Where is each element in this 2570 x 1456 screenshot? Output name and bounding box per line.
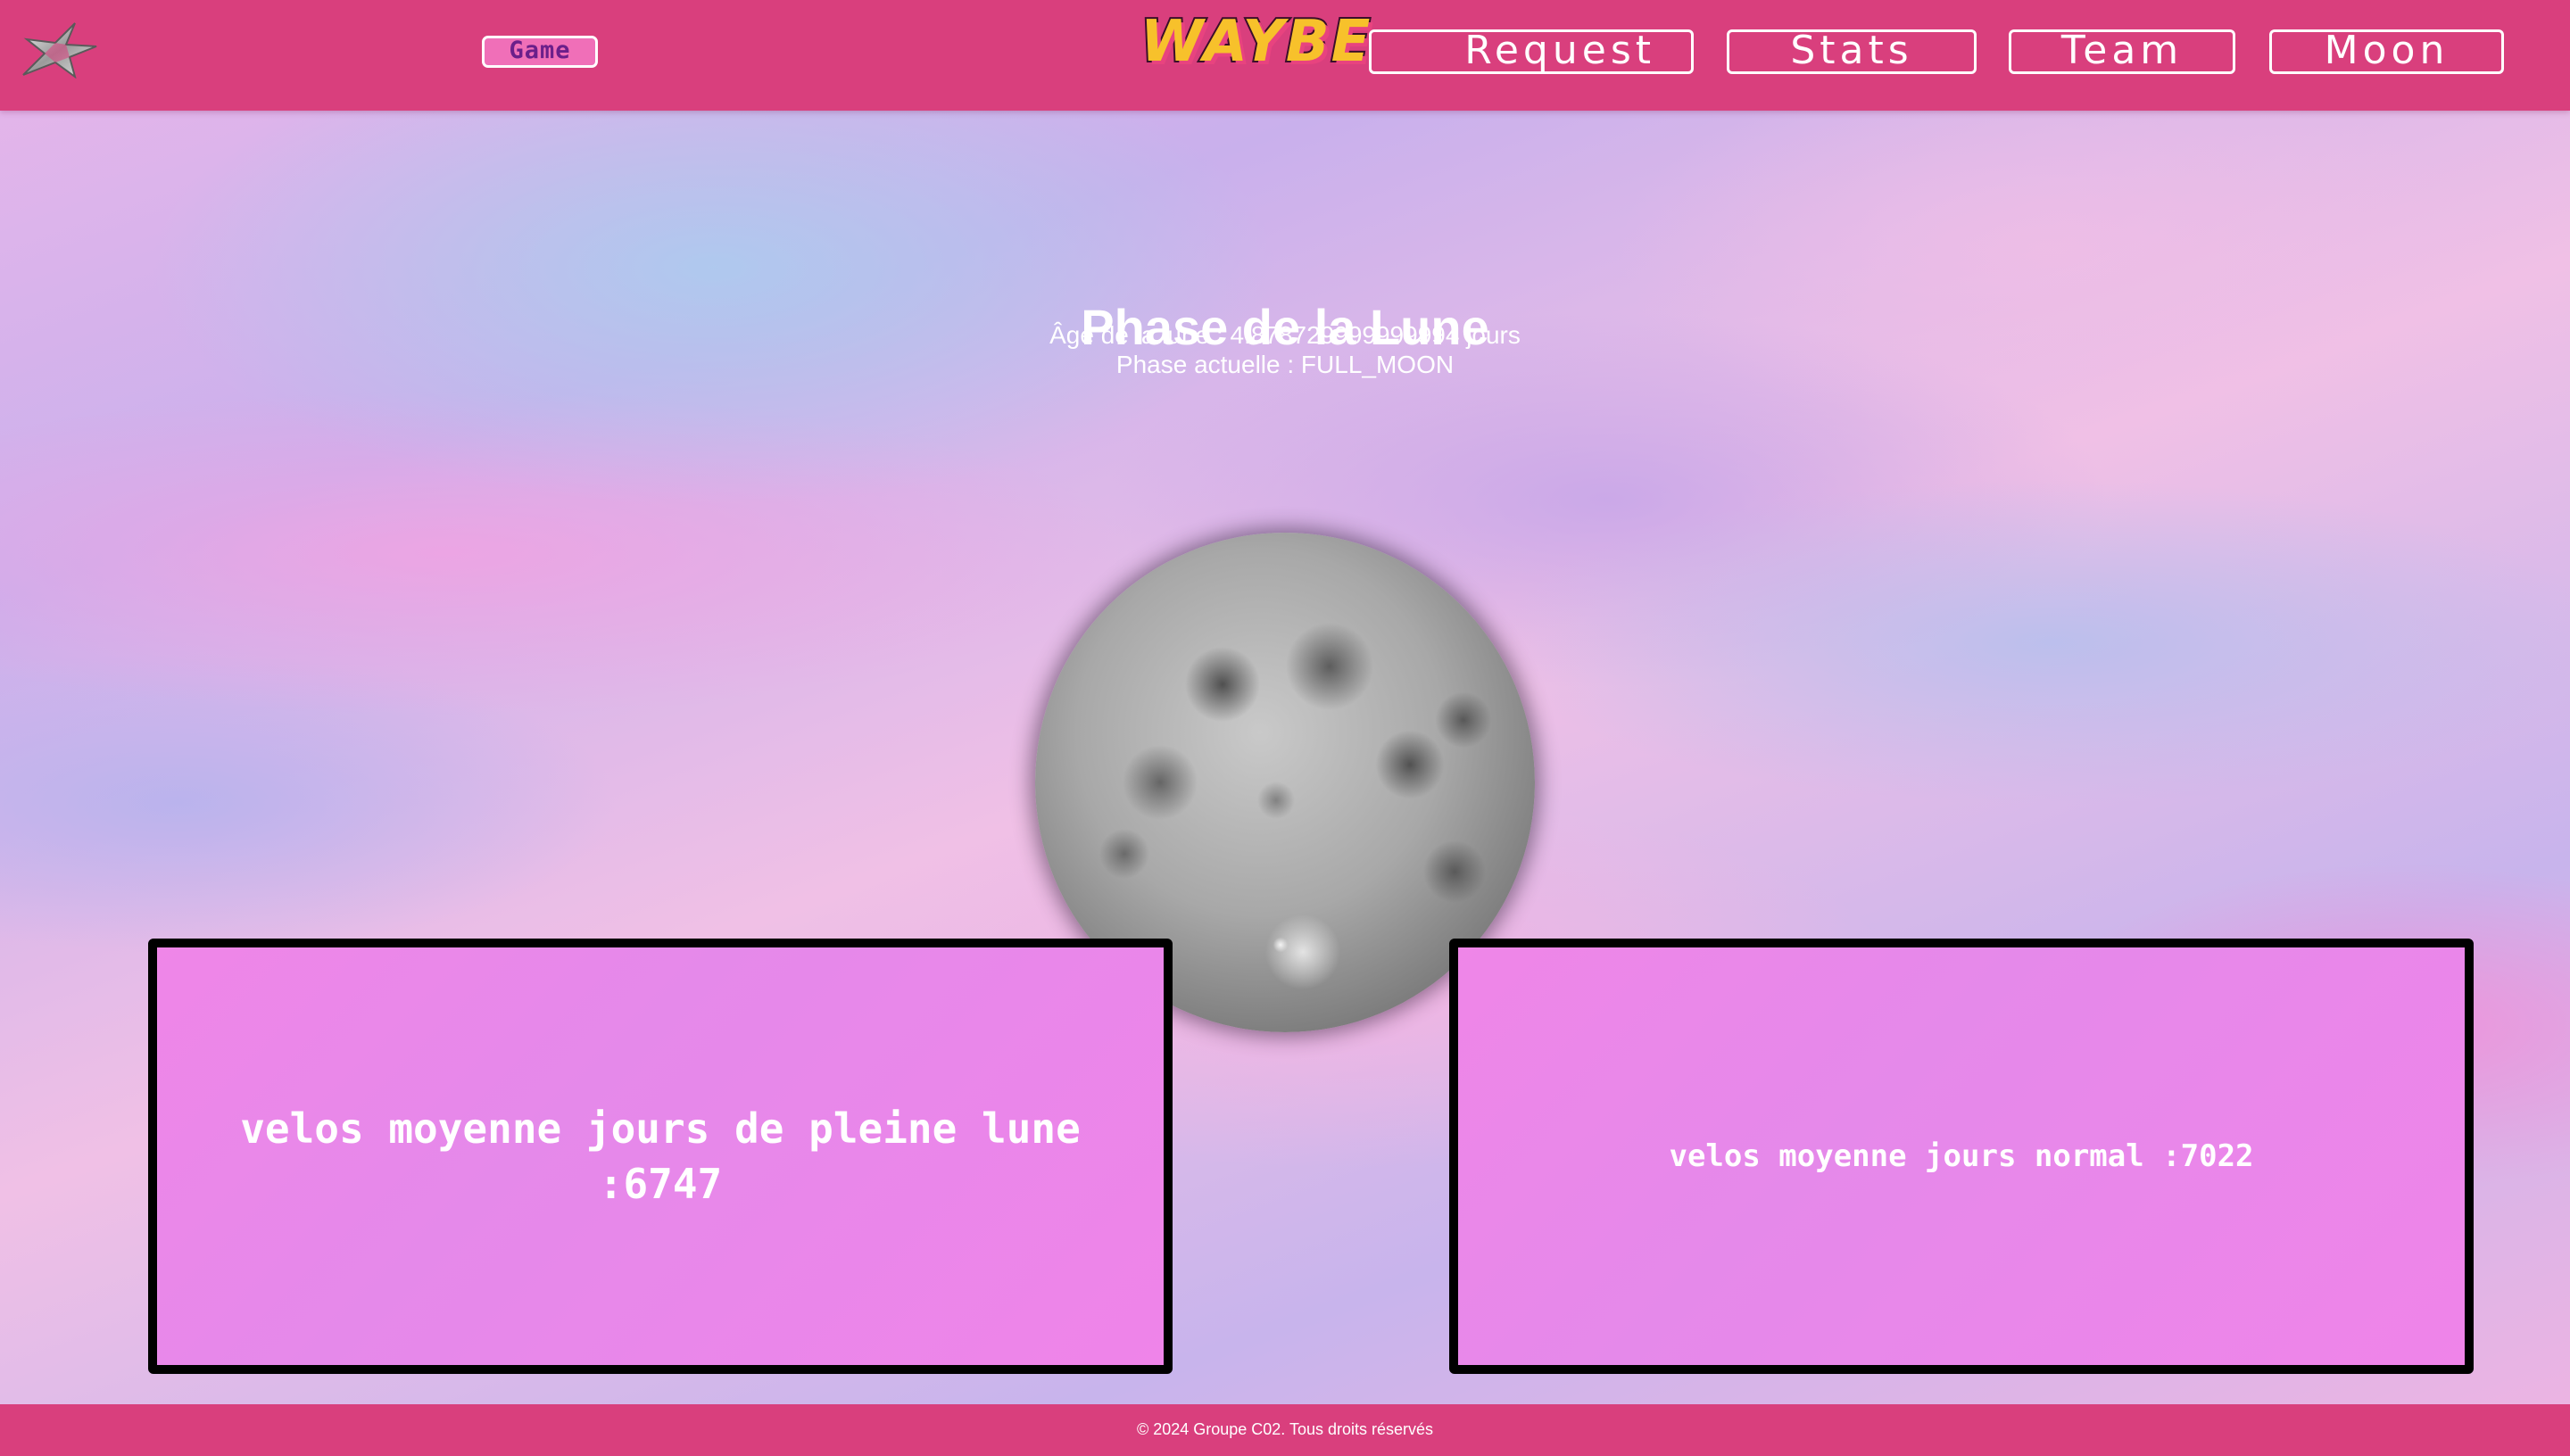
full-moon-stat-text: velos moyenne jours de pleine lune :6747 bbox=[240, 1104, 1081, 1208]
top-navigation-bar: Game Request Stats Team Moon WAYBE bbox=[0, 0, 2570, 111]
moon-phase-text: Phase actuelle : FULL_MOON bbox=[1115, 351, 1455, 378]
normal-day-stat-text: velos moyenne jours normal :7022 bbox=[1669, 1138, 2254, 1174]
game-button[interactable]: Game bbox=[482, 36, 598, 68]
footer: © 2024 Groupe C02. Tous droits réservés bbox=[0, 1404, 2570, 1456]
nav-team-button[interactable]: Team bbox=[2009, 29, 2235, 74]
copyright-text: © 2024 Groupe C02. Tous droits réservés bbox=[1136, 1420, 1434, 1438]
nav-stats-button[interactable]: Stats bbox=[1727, 29, 1977, 74]
brand-logo[interactable]: WAYBE bbox=[1139, 12, 1431, 72]
full-moon-stat-card: velos moyenne jours de pleine lune :6747 bbox=[148, 939, 1173, 1374]
nav-moon-button[interactable]: Moon bbox=[2269, 29, 2504, 74]
star-logo-icon[interactable] bbox=[16, 20, 100, 79]
normal-day-stat-card: velos moyenne jours normal :7022 bbox=[1449, 939, 2474, 1374]
moon-age-text: Âge de la lune : 4.878729999999994 jours bbox=[1049, 321, 1521, 349]
